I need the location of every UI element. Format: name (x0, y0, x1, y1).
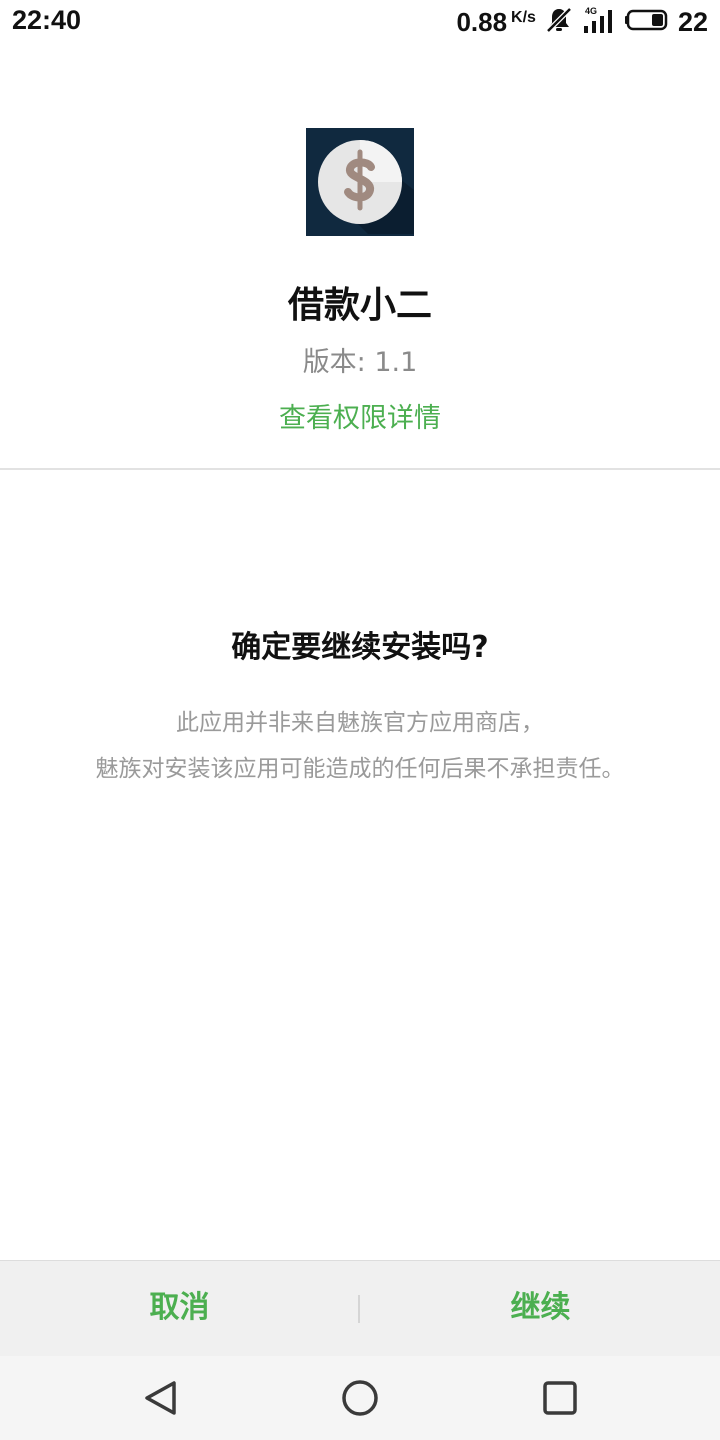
network-speed-value: 0.88 (456, 6, 508, 37)
signal-icon: 4G (582, 5, 616, 40)
action-bar: 取消 继续 (0, 1260, 720, 1356)
action-separator (358, 1295, 360, 1323)
confirm-title: 确定要继续安装吗? (231, 630, 489, 665)
recents-icon[interactable] (540, 1378, 580, 1418)
home-icon[interactable] (340, 1378, 380, 1418)
battery-icon (624, 8, 669, 37)
confirm-message-line-1: 此应用并非来自魅族官方应用商店， (176, 710, 544, 736)
confirm-message: 此应用并非来自魅族官方应用商店， 魅族对安装该应用可能造成的任何后果不承担责任。 (0, 700, 720, 792)
network-type-label: 4G (585, 6, 597, 16)
app-version: 版本: 1.1 (302, 347, 418, 378)
status-time: 22:40 (12, 5, 82, 35)
battery-level: 22 (677, 6, 708, 37)
mute-bell-icon (545, 6, 573, 39)
status-indicators: 0.88 K/s 4G 22 (456, 5, 708, 39)
back-icon[interactable] (140, 1378, 180, 1418)
divider (0, 468, 720, 470)
app-header: 借款小二 版本: 1.1 查看权限详情 (0, 44, 720, 468)
confirm-message-line-2: 魅族对安装该应用可能造成的任何后果不承担责任。 (95, 756, 625, 782)
network-speed-unit: K/s (511, 8, 536, 26)
view-permissions-link[interactable]: 查看权限详情 (0, 396, 720, 435)
navigation-bar (0, 1356, 720, 1440)
app-name: 借款小二 (287, 285, 432, 326)
dollar-coin-icon (306, 128, 414, 236)
cancel-button[interactable]: 取消 (0, 1261, 359, 1357)
network-speed: 0.88 K/s (456, 7, 536, 38)
status-bar: 22:40 0.88 K/s 4G 22 (0, 0, 720, 44)
continue-button[interactable]: 继续 (361, 1261, 720, 1357)
